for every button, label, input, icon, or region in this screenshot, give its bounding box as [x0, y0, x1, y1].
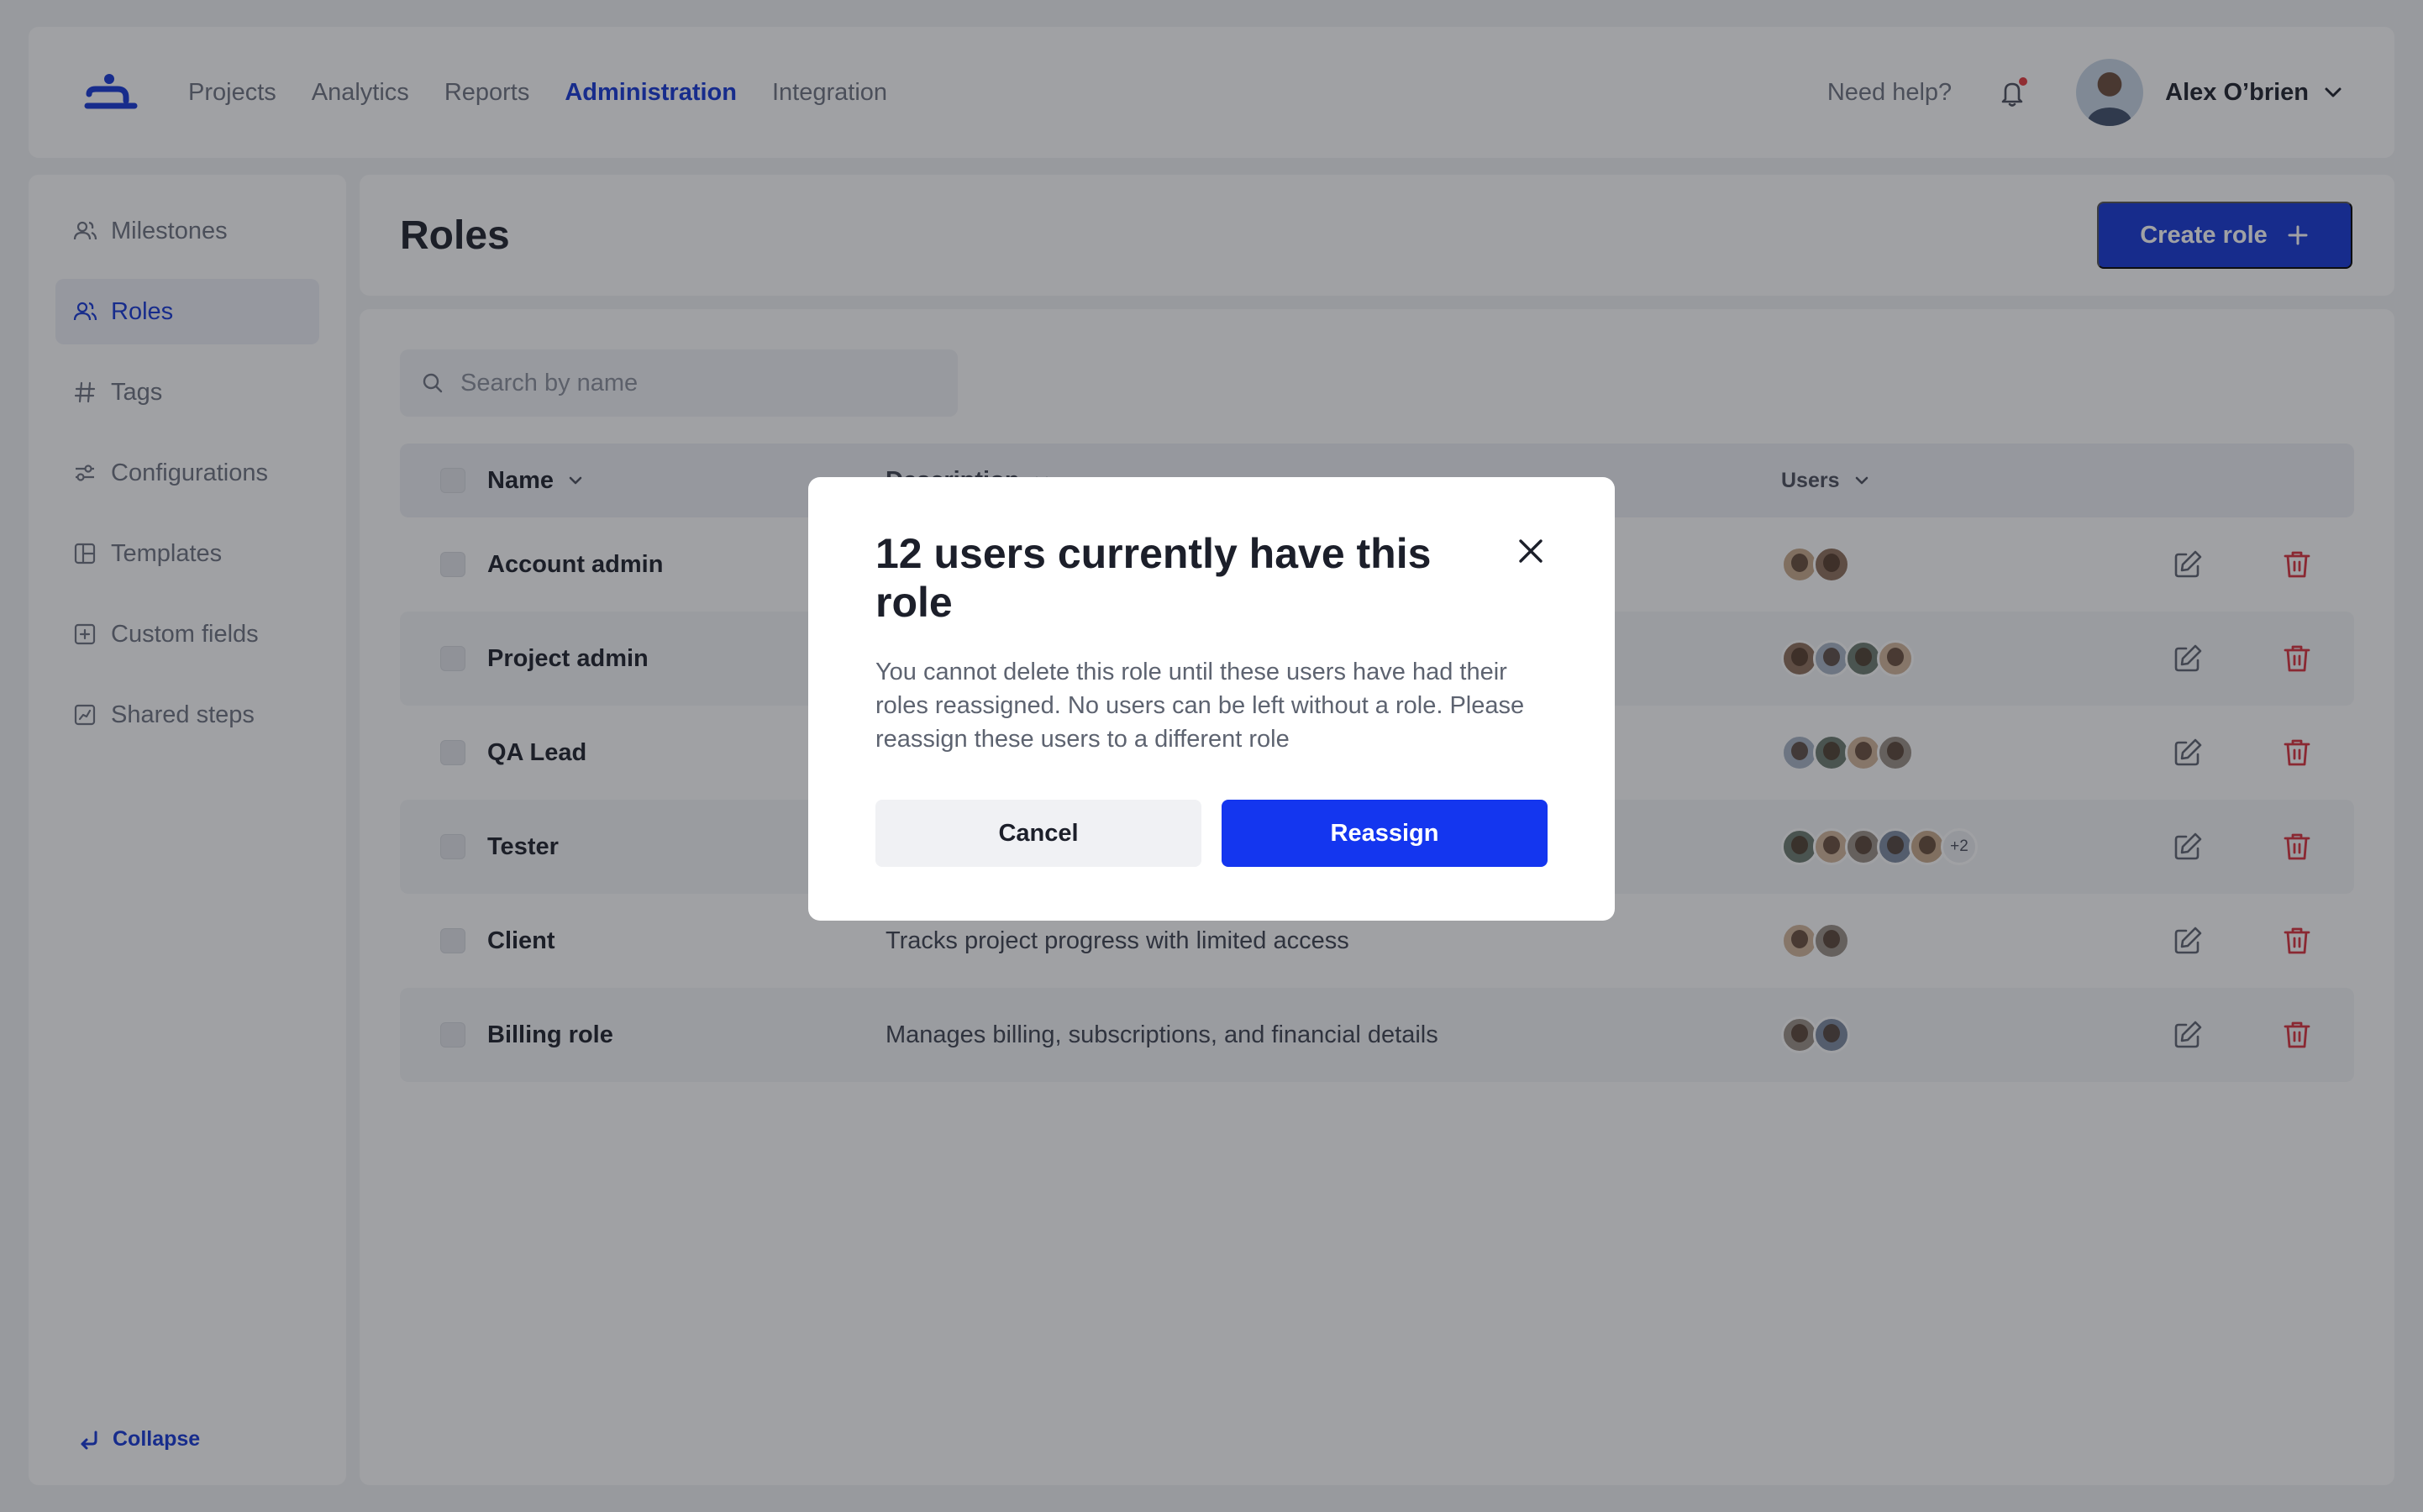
reassign-dialog: 12 users currently have this role You ca… [808, 477, 1615, 921]
reassign-button[interactable]: Reassign [1222, 800, 1548, 867]
close-icon[interactable] [1514, 534, 1548, 568]
dialog-message: You cannot delete this role until these … [875, 659, 1525, 753]
cancel-button[interactable]: Cancel [875, 800, 1201, 867]
dialog-actions: Cancel Reassign [875, 800, 1548, 867]
dialog-title: 12 users currently have this role [875, 530, 1432, 626]
app-root: Projects Analytics Reports Administratio… [0, 0, 2423, 1512]
